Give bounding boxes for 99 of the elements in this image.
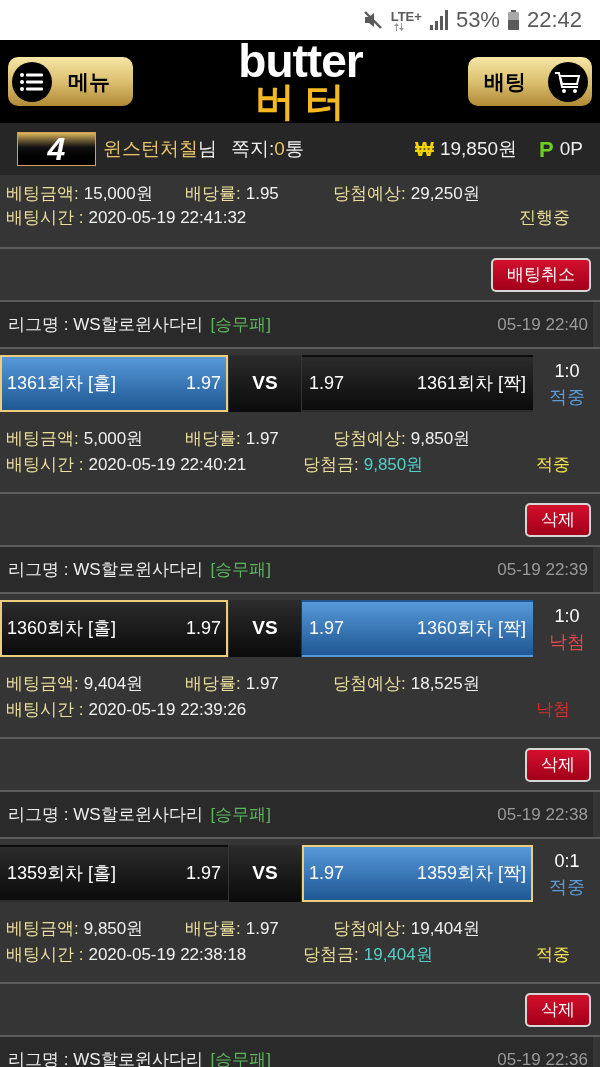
signal-icon [429, 10, 448, 30]
cart-icon [548, 61, 588, 102]
detail-value: 1.95 [245, 183, 279, 206]
match-time: 05-19 22:38 [497, 803, 588, 826]
detail-value: 1.97 [245, 918, 279, 941]
bet-type-tag: [승무패] [210, 556, 271, 583]
menu-button[interactable]: 메뉴 [8, 57, 133, 106]
bet-status: 적중 [536, 454, 570, 477]
level-badge: 4 [17, 132, 96, 166]
mute-icon [362, 10, 383, 30]
detail-value: 2020-05-19 22:39:26 [88, 699, 247, 722]
bet-status: 적중 [536, 944, 570, 967]
data-arrows-icon [393, 22, 404, 31]
balance: 19,850원 [439, 136, 518, 161]
points: 0P [559, 136, 583, 161]
league-name: 리그명 : WS할로윈사다리 [8, 558, 203, 581]
vs-label: VS [229, 845, 301, 902]
result-label: 낙첨 [549, 630, 585, 654]
vs-label: VS [229, 600, 301, 657]
pick-name: 1361회차 [짝] [416, 372, 526, 395]
bet-type-tag: [승무패] [210, 311, 271, 338]
username: 윈스턴처칠 [103, 136, 198, 161]
match-time: 05-19 22:40 [497, 313, 588, 336]
honorific: 님 [198, 136, 217, 161]
delete-button[interactable]: 삭제 [525, 992, 591, 1027]
detail-value: 9,404원 [83, 673, 144, 696]
detail-label: 배당률: [185, 673, 241, 696]
detail-label: 당첨금: [303, 944, 359, 967]
detail-value: 1.97 [245, 428, 279, 451]
delete-button[interactable]: 삭제 [525, 747, 591, 782]
detail-label: 당첨예상: [333, 673, 406, 696]
match-time: 05-19 22:36 [497, 1048, 588, 1067]
menu-icon [12, 61, 52, 102]
result-label: 적중 [549, 385, 585, 409]
league-name: 리그명 : WS할로윈사다리 [8, 313, 203, 336]
pick-odds: 1.97 [309, 617, 345, 640]
result-label: 적중 [549, 875, 585, 899]
detail-label: 배당률: [185, 183, 241, 206]
detail-value: 19,404원 [363, 944, 433, 967]
detail-value: 9,850원 [410, 428, 471, 451]
clock: 22:42 [526, 9, 582, 31]
vs-label: VS [229, 355, 301, 412]
currency-symbol: ₩ [415, 137, 434, 162]
detail-value: 15,000원 [83, 183, 153, 206]
bet-status: 진행중 [519, 207, 570, 230]
detail-label: 베팅금액: [6, 918, 79, 941]
detail-label: 배당률: [185, 918, 241, 941]
pick-name: 1359회차 [홀] [7, 862, 117, 885]
score: 0:1 [554, 849, 580, 873]
detail-value: 29,250원 [410, 183, 480, 206]
pick-name: 1360회차 [짝] [416, 617, 526, 640]
detail-value: 2020-05-19 22:41:32 [88, 207, 247, 230]
score: 1:0 [554, 359, 580, 383]
messages-count: 0 [274, 136, 285, 161]
detail-label: 당첨예상: [333, 428, 406, 451]
detail-label: 당첨예상: [333, 183, 406, 206]
detail-label: 베팅금액: [6, 183, 79, 206]
detail-value: 5,000원 [83, 428, 144, 451]
detail-label: 베팅금액: [6, 673, 79, 696]
detail-value: 1.97 [245, 673, 279, 696]
detail-value: 2020-05-19 22:40:21 [88, 454, 247, 477]
detail-value: 9,850원 [83, 918, 144, 941]
detail-label: 배팅시간 : [6, 454, 84, 477]
logo-wordmark: butter [238, 41, 363, 80]
messages-label: 쪽지: [231, 136, 275, 161]
detail-label: 배당률: [185, 428, 241, 451]
pick-odds: 1.97 [185, 617, 221, 640]
detail-value: 19,404원 [410, 918, 480, 941]
league-name: 리그명 : WS할로윈사다리 [8, 803, 203, 826]
pick-odds: 1.97 [185, 862, 221, 885]
cancel-bet-button[interactable]: 배팅취소 [491, 257, 591, 292]
pick-name: 1361회차 [홀] [7, 372, 117, 395]
pick-odds: 1.97 [185, 372, 221, 395]
pick-name: 1359회차 [짝] [416, 862, 526, 885]
score: 1:0 [554, 604, 580, 628]
pick-name: 1360회차 [홀] [7, 617, 117, 640]
pick-odds: 1.97 [309, 372, 345, 395]
detail-label: 베팅금액: [6, 428, 79, 451]
bet-type-tag: [승무패] [210, 801, 271, 828]
league-name: 리그명 : WS할로윈사다리 [8, 1048, 203, 1067]
bet-button[interactable]: 배팅 [468, 57, 592, 106]
detail-value: 9,850원 [363, 454, 424, 477]
detail-value: 2020-05-19 22:38:18 [88, 944, 247, 967]
battery-icon [507, 10, 519, 30]
battery-percent: 53% [455, 9, 500, 31]
delete-button[interactable]: 삭제 [525, 502, 591, 537]
match-time: 05-19 22:39 [497, 558, 588, 581]
logo-hangul: 버터 [254, 79, 356, 122]
detail-label: 당첨예상: [333, 918, 406, 941]
messages-unit: 통 [284, 136, 304, 161]
detail-value: 18,525원 [410, 673, 480, 696]
bet-status: 낙첨 [536, 699, 570, 722]
points-symbol: P [539, 135, 554, 164]
detail-label: 당첨금: [303, 454, 359, 477]
pick-odds: 1.97 [309, 862, 345, 885]
detail-label: 배팅시간 : [6, 207, 84, 230]
detail-label: 배팅시간 : [6, 944, 84, 967]
detail-label: 배팅시간 : [6, 699, 84, 722]
network-label: LTE+ [390, 9, 422, 23]
